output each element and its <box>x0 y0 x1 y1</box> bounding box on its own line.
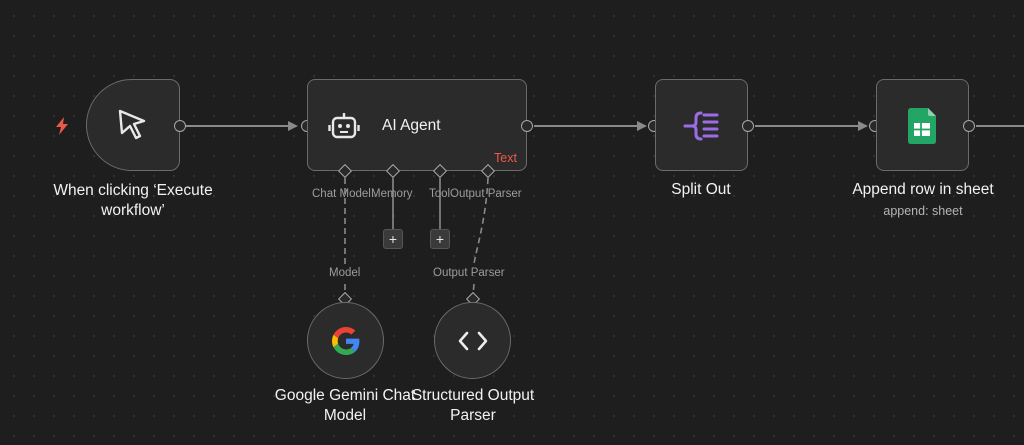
agent-output-handle[interactable] <box>521 120 533 132</box>
add-tool-button[interactable]: + <box>430 229 450 249</box>
split-out-title: Split Out <box>671 181 731 198</box>
add-memory-button[interactable]: + <box>383 229 403 249</box>
gemini-chat-model-node[interactable] <box>307 302 384 379</box>
structured-output-parser-node[interactable] <box>434 302 511 379</box>
connections-layer <box>186 121 1024 296</box>
trigger-node[interactable] <box>86 79 180 171</box>
append-row-node[interactable] <box>876 79 969 171</box>
chat-model-label: Chat Model <box>312 188 371 200</box>
ai-agent-text-badge: Text <box>494 151 517 165</box>
google-sheets-icon <box>908 108 938 149</box>
tool-label: Tool <box>429 188 451 200</box>
ai-agent-title: AI Agent <box>382 117 441 134</box>
trigger-node-title: When clicking ‘Execute workflow’ <box>53 182 213 219</box>
split-out-icon <box>683 109 721 148</box>
append-row-subtitle: append: sheet <box>883 204 963 218</box>
lightning-bolt-icon <box>54 116 70 141</box>
robot-icon <box>328 110 360 147</box>
output-parser-label: Output Parser <box>450 188 522 200</box>
model-connection-label: Model <box>329 267 361 279</box>
split-out-output-handle[interactable] <box>742 120 754 132</box>
ai-agent-node[interactable]: AI Agent Text <box>307 79 527 171</box>
trigger-output-handle[interactable] <box>174 120 186 132</box>
sheets-output-handle[interactable] <box>963 120 975 132</box>
output-parser-connection-label: Output Parser <box>433 267 505 279</box>
cursor-arrow-icon <box>116 108 150 147</box>
structured-output-parser-title: Structured Output Parser <box>411 387 535 424</box>
code-brackets-icon <box>457 329 489 358</box>
append-row-title: Append row in sheet <box>852 181 994 198</box>
memory-label: Memory <box>371 188 413 200</box>
split-out-node[interactable] <box>655 79 748 171</box>
google-g-icon <box>332 327 360 360</box>
